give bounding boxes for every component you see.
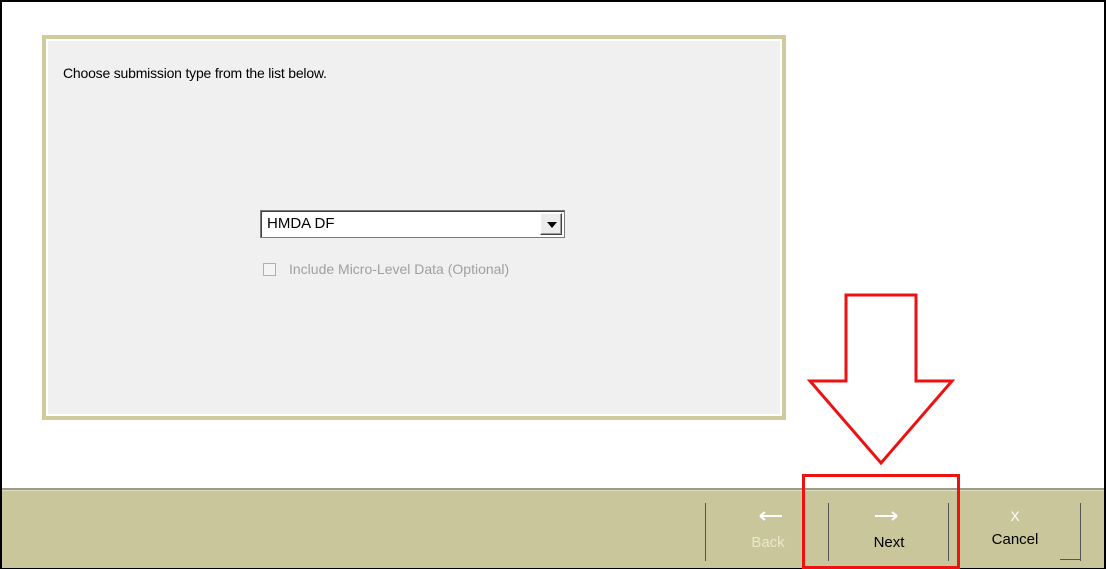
submission-type-value: HMDA DF [267, 215, 335, 232]
annotation-down-arrow [806, 293, 956, 465]
dropdown-arrow-icon [547, 222, 557, 228]
separator [1080, 503, 1081, 561]
micro-level-label: Include Micro-Level Data (Optional) [289, 261, 510, 277]
micro-level-checkbox[interactable] [263, 263, 276, 276]
submission-panel: Choose submission type from the list bel… [42, 35, 786, 420]
instruction-text: Choose submission type from the list bel… [63, 65, 327, 81]
submission-type-dropdown[interactable]: HMDA DF [260, 210, 565, 238]
dropdown-button[interactable] [540, 213, 562, 235]
cancel-x-icon: X [1010, 508, 1020, 524]
separator [705, 503, 706, 561]
next-highlight-box [802, 474, 960, 569]
cancel-button[interactable]: X Cancel [950, 503, 1080, 561]
cancel-label: Cancel [991, 531, 1039, 548]
